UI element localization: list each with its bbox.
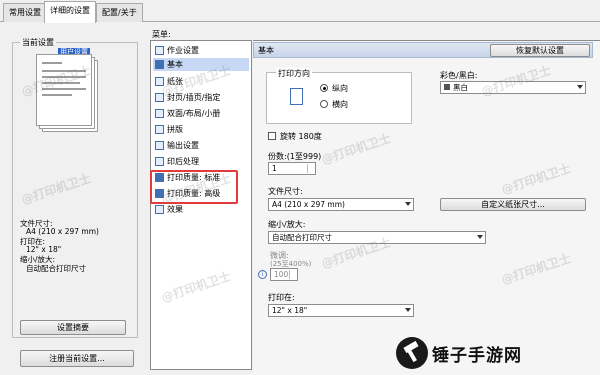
tab-bar: 常用设置 详细的设置 配置/关于 bbox=[0, 0, 600, 23]
menu-item-imposition[interactable]: 拼版 bbox=[153, 123, 249, 136]
rotate-checkbox[interactable] bbox=[268, 132, 276, 140]
current-settings-title: 当前设置 bbox=[20, 37, 56, 48]
menu-item-job-settings[interactable]: 作业设置 bbox=[153, 44, 249, 57]
paper-size-label: 文件尺寸: bbox=[268, 187, 303, 196]
tab-detailed-settings[interactable]: 详细的设置 bbox=[44, 1, 96, 23]
basic-icon bbox=[155, 60, 164, 69]
color-mode-label: 彩色/黑白: bbox=[440, 71, 478, 80]
tab-common-settings[interactable]: 常用设置 bbox=[3, 3, 47, 22]
menu-label: 菜单: bbox=[152, 30, 171, 39]
output-icon bbox=[155, 141, 164, 150]
portrait-icon bbox=[290, 88, 303, 105]
landscape-label: 横向 bbox=[332, 100, 348, 109]
brand-name: 锤子手游网 bbox=[432, 345, 522, 366]
custom-paper-size-button[interactable]: 自定义纸张尺寸... bbox=[440, 198, 586, 211]
landscape-radio[interactable] bbox=[320, 100, 328, 108]
copies-label: 份数:(1至999) bbox=[268, 152, 322, 161]
orientation-label: 打印方向 bbox=[276, 68, 312, 79]
hammer-icon bbox=[396, 337, 428, 369]
fine-adjust-spinner[interactable]: 100 bbox=[270, 268, 298, 281]
effects-icon bbox=[155, 205, 164, 214]
portrait-label: 纵向 bbox=[332, 84, 348, 93]
restore-defaults-button[interactable]: 恢复默认设置 bbox=[490, 44, 590, 57]
info-paper-size-value: A4 (210 x 297 mm) bbox=[26, 227, 99, 236]
tab-config-about[interactable]: 配置/关于 bbox=[96, 3, 143, 22]
menu-item-duplex[interactable]: 双面/布局/小册 bbox=[153, 107, 249, 120]
job-settings-icon bbox=[155, 46, 164, 55]
brand-logo: 锤子手游网 bbox=[396, 337, 522, 369]
section-title: 基本 bbox=[258, 46, 274, 55]
zoom-label: 缩小/放大: bbox=[268, 220, 306, 229]
paper-size-select[interactable]: A4 (210 x 297 mm) bbox=[268, 198, 414, 211]
color-mode-icon bbox=[444, 84, 450, 90]
print-on-select[interactable]: 12" x 18" bbox=[268, 304, 414, 317]
menu-item-output[interactable]: 输出设置 bbox=[153, 139, 249, 152]
info-zoom-value: 自动配合打印尺寸 bbox=[26, 264, 86, 273]
register-settings-button[interactable]: 注册当前设置... bbox=[20, 350, 134, 367]
copies-spinner[interactable]: 1 bbox=[268, 162, 316, 175]
finishing-icon bbox=[155, 157, 164, 166]
print-on-label: 打印在: bbox=[268, 293, 295, 302]
menu-item-finishing[interactable]: 印后处理 bbox=[153, 155, 249, 168]
rotate-label: 旋转 180度 bbox=[280, 132, 322, 141]
duplex-icon bbox=[155, 109, 164, 118]
info-icon: i bbox=[258, 270, 267, 279]
info-print-on-value: 12" x 18" bbox=[26, 245, 62, 254]
orientation-group bbox=[266, 72, 412, 124]
portrait-radio[interactable] bbox=[320, 84, 328, 92]
imposition-icon bbox=[155, 125, 164, 134]
settings-summary-button[interactable]: 设置摘要 bbox=[20, 320, 126, 335]
